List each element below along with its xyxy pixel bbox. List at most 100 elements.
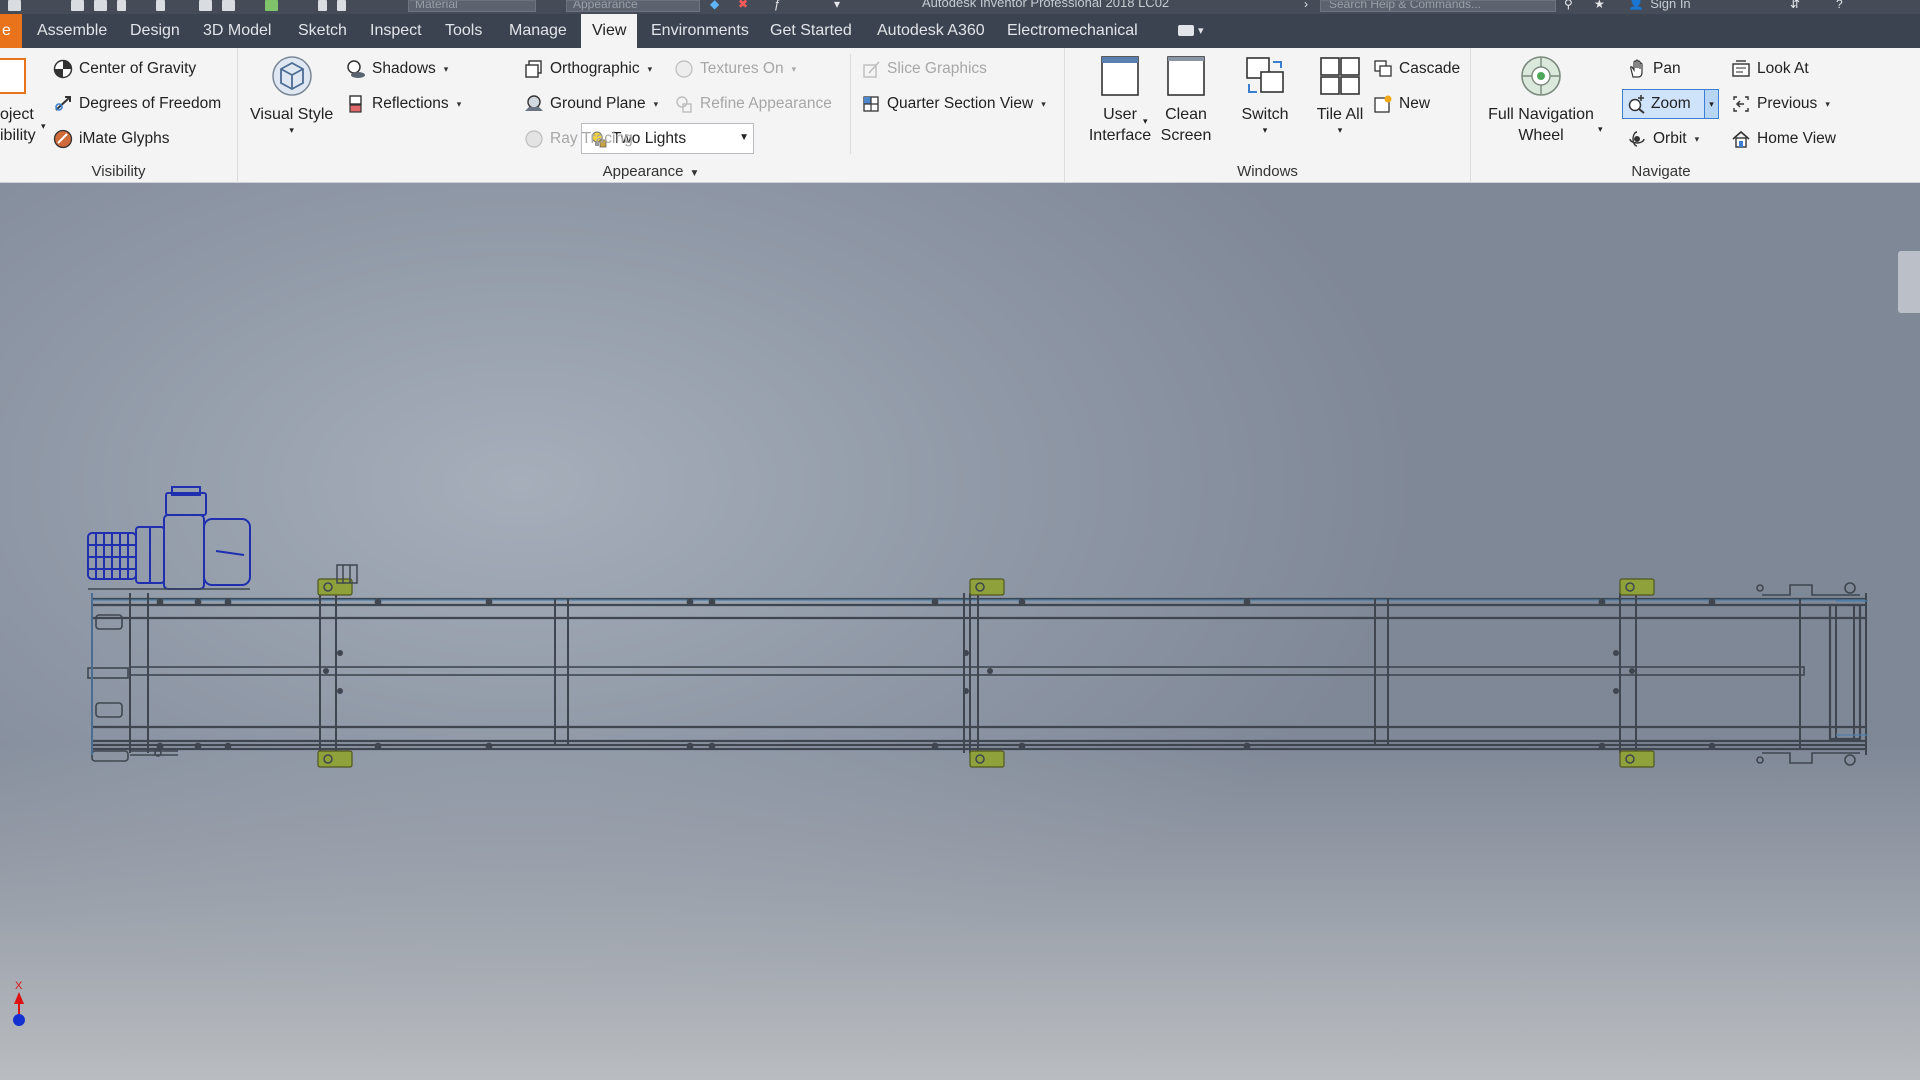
appearance-panel: Visual Style ▾ Shadows ▾ Reflections ▾ T… xyxy=(238,48,1065,183)
tab-environments[interactable]: Environments xyxy=(640,14,760,48)
visibility-panel: oject ibility ▾ Center of Gravity Degree… xyxy=(0,48,238,183)
new-window-button[interactable]: New xyxy=(1373,91,1430,117)
chevron-down-icon[interactable]: ▾ xyxy=(41,121,46,132)
pan-label: Pan xyxy=(1653,60,1681,77)
support-brackets xyxy=(317,578,1655,768)
orthographic-button[interactable]: Orthographic ▾ xyxy=(524,56,652,82)
navigation-wheel-icon xyxy=(1519,54,1563,98)
previous-view-button[interactable]: Previous ▾ xyxy=(1731,91,1830,117)
select-icon[interactable] xyxy=(265,0,278,11)
appearance-combo[interactable]: Appearance xyxy=(566,0,700,12)
visibility-panel-label: Visibility xyxy=(91,163,146,180)
windows-panel-label: Windows xyxy=(1237,163,1298,180)
tab-tools[interactable]: Tools xyxy=(434,14,493,48)
zoom-dropdown[interactable]: ▾ xyxy=(1704,90,1718,118)
ray-tracing-button[interactable]: Ray Tracing xyxy=(524,126,633,152)
chevron-down-icon: ▾ xyxy=(1262,125,1268,135)
open-icon[interactable] xyxy=(71,0,84,11)
tab-3d-model[interactable]: 3D Model xyxy=(192,14,282,48)
refine-appearance-button[interactable]: Refine Appearance xyxy=(674,91,832,117)
exchange-icon[interactable]: ⇵ xyxy=(1790,0,1800,10)
ribbon-display-options[interactable]: ▾ xyxy=(1178,24,1204,37)
slice-graphics-button[interactable]: Slice Graphics xyxy=(861,56,987,82)
favorites-icon[interactable]: ★ xyxy=(1594,0,1605,10)
chevron-down-icon: ▾ xyxy=(1337,125,1343,135)
degrees-of-freedom-button[interactable]: Degrees of Freedom xyxy=(53,91,221,117)
appearance-panel-label[interactable]: Appearance ▼ xyxy=(238,163,1064,180)
quarter-section-view-button[interactable]: Quarter Section View ▾ xyxy=(861,91,1046,117)
search-input[interactable]: Search Help & Commands... xyxy=(1320,0,1556,12)
quarter-section-view-label: Quarter Section View xyxy=(887,95,1034,112)
shadows-icon xyxy=(346,59,366,79)
chevron-down-icon[interactable]: ▾ xyxy=(1143,116,1148,127)
undo-icon[interactable] xyxy=(117,0,126,11)
tab-file[interactable]: e xyxy=(0,14,22,48)
clean-screen-label-1: Clean xyxy=(1165,106,1207,123)
ray-tracing-icon xyxy=(524,129,544,149)
object-visibility-button[interactable]: oject ibility xyxy=(0,104,36,146)
measure-icon[interactable] xyxy=(318,0,327,11)
dropdown-icon[interactable]: ▾ xyxy=(834,0,840,10)
pan-icon xyxy=(1627,59,1647,79)
ribbon-tab-bar: e Assemble Design 3D Model Sketch Inspec… xyxy=(0,14,1920,48)
object-visibility-icon[interactable] xyxy=(0,58,26,94)
formula-icon[interactable]: ƒ xyxy=(774,0,781,10)
conveyor-assembly-model[interactable] xyxy=(0,183,1920,1080)
zoom-button[interactable]: Zoom ▾ xyxy=(1622,89,1719,119)
center-of-gravity-button[interactable]: Center of Gravity xyxy=(53,56,196,82)
ribbon: oject ibility ▾ Center of Gravity Degree… xyxy=(0,48,1920,183)
object-visibility-label-2: ibility xyxy=(0,127,36,144)
tab-assemble[interactable]: Assemble xyxy=(26,14,118,48)
home-view-button[interactable]: Home View xyxy=(1731,126,1836,152)
tab-sketch[interactable]: Sketch xyxy=(287,14,358,48)
full-navigation-wheel-button[interactable]: Full Navigation Wheel xyxy=(1481,54,1601,146)
tab-view[interactable]: View xyxy=(581,14,638,48)
pan-button[interactable]: Pan xyxy=(1627,56,1681,82)
look-at-button[interactable]: Look At xyxy=(1731,56,1809,82)
chevron-down-icon[interactable]: ▾ xyxy=(1598,124,1603,135)
adjust-icon[interactable]: ◆ xyxy=(710,0,719,10)
reflections-label: Reflections xyxy=(372,95,449,112)
imate-glyphs-button[interactable]: iMate Glyphs xyxy=(53,126,169,152)
cascade-icon xyxy=(1373,59,1393,79)
new-window-label: New xyxy=(1399,95,1431,112)
home-icon[interactable] xyxy=(199,0,212,11)
redo-icon[interactable] xyxy=(156,0,165,11)
tab-get-started[interactable]: Get Started xyxy=(759,14,863,48)
head-pulley xyxy=(1756,582,1860,766)
tile-all-label: Tile All xyxy=(1316,106,1364,123)
tab-autodesk-a360[interactable]: Autodesk A360 xyxy=(866,14,996,48)
tab-manage[interactable]: Manage xyxy=(498,14,578,48)
binoculars-icon[interactable]: ⚲ xyxy=(1564,0,1573,10)
orbit-button[interactable]: Orbit ▾ xyxy=(1627,126,1699,152)
return-icon[interactable] xyxy=(222,0,235,11)
chevron-down-icon: ▼ xyxy=(739,132,749,143)
tab-design[interactable]: Design xyxy=(119,14,191,48)
imate-glyphs-icon xyxy=(53,129,73,149)
help-icon[interactable]: ? xyxy=(1836,0,1843,10)
chevron-down-icon: ▾ xyxy=(1198,25,1204,37)
save-icon[interactable] xyxy=(94,0,107,11)
home-view-label: Home View xyxy=(1757,130,1836,147)
tile-all-button[interactable]: Tile All ▾ xyxy=(1305,54,1375,135)
new-file-icon[interactable] xyxy=(8,0,21,11)
settings-icon[interactable] xyxy=(337,0,346,11)
clean-screen-button[interactable]: Clean Screen xyxy=(1151,54,1221,146)
look-at-label: Look At xyxy=(1757,60,1809,77)
shadows-button[interactable]: Shadows ▾ xyxy=(346,56,448,82)
tab-inspect[interactable]: Inspect xyxy=(359,14,433,48)
reflections-button[interactable]: Reflections ▾ xyxy=(346,91,461,117)
cascade-button[interactable]: Cascade xyxy=(1373,56,1460,82)
ground-plane-button[interactable]: Ground Plane ▾ xyxy=(524,91,658,117)
clear-icon[interactable]: ✖ xyxy=(738,0,748,10)
material-combo[interactable]: Material xyxy=(408,0,536,12)
visual-style-button[interactable]: Visual Style ▾ xyxy=(250,54,333,135)
full-nav-wheel-label-2: Wheel xyxy=(1518,127,1564,144)
textures-on-button[interactable]: Textures On ▾ xyxy=(674,56,796,82)
reflections-icon xyxy=(346,94,366,114)
sign-in[interactable]: 👤 Sign In xyxy=(1628,0,1691,11)
graphics-viewport[interactable]: X xyxy=(0,183,1920,1080)
search-arrow-icon[interactable]: › xyxy=(1304,0,1308,10)
switch-window-button[interactable]: Switch ▾ xyxy=(1225,54,1305,135)
tab-electromechanical[interactable]: Electromechanical xyxy=(996,14,1149,48)
